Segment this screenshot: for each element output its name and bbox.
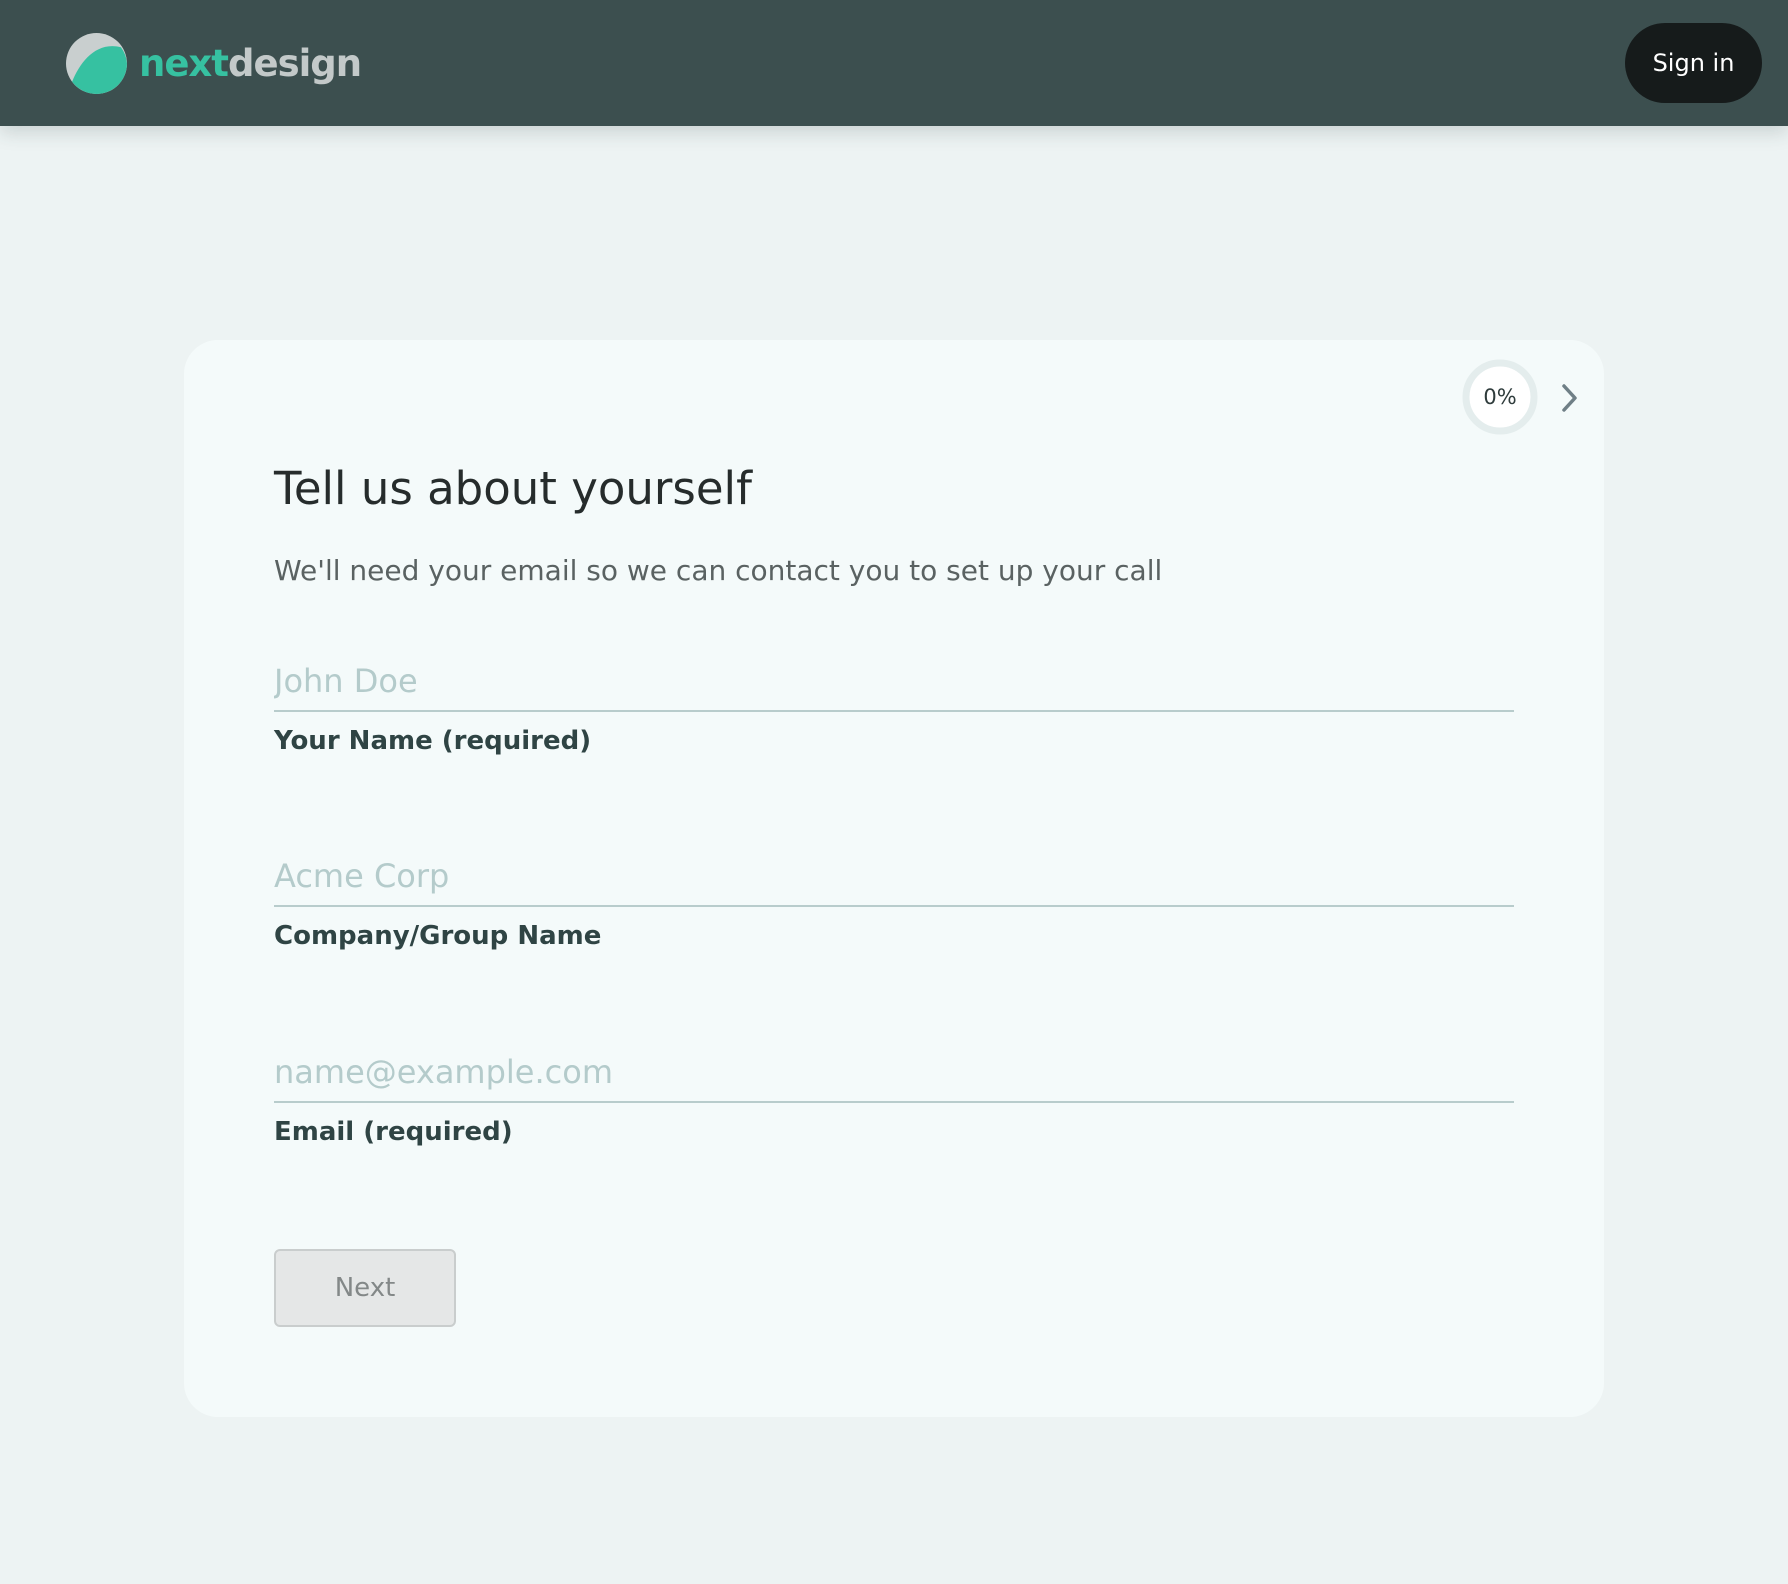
form-card: 0% Tell us about yourself We'll need you…	[184, 340, 1604, 1417]
name-label: Your Name (required)	[274, 726, 592, 756]
leaf-circle-icon	[66, 32, 127, 94]
progress-indicator: 0%	[1461, 358, 1539, 436]
logo-text-design: design	[228, 41, 362, 85]
next-button[interactable]: Next	[274, 1249, 456, 1327]
nextdesign-logo[interactable]: nextdesign	[66, 32, 362, 94]
company-field-group: Company/Group Name	[274, 843, 1514, 951]
top-navigation-bar: nextdesign Sign in	[0, 0, 1788, 126]
chevron-right-icon[interactable]	[1557, 380, 1583, 416]
page-title: Tell us about yourself	[274, 462, 752, 515]
progress-percent: 0%	[1483, 385, 1517, 409]
email-input[interactable]	[274, 1039, 1514, 1103]
page-subtitle: We'll need your email so we can contact …	[274, 554, 1163, 587]
logo-wordmark: nextdesign	[139, 41, 362, 85]
company-input[interactable]	[274, 843, 1514, 907]
name-input[interactable]	[274, 648, 1514, 712]
email-field-group: Email (required)	[274, 1039, 1514, 1147]
company-label: Company/Group Name	[274, 921, 602, 951]
sign-in-button[interactable]: Sign in	[1625, 23, 1762, 103]
email-label: Email (required)	[274, 1117, 513, 1147]
logo-text-next: next	[139, 41, 229, 85]
name-field-group: Your Name (required)	[274, 648, 1514, 756]
